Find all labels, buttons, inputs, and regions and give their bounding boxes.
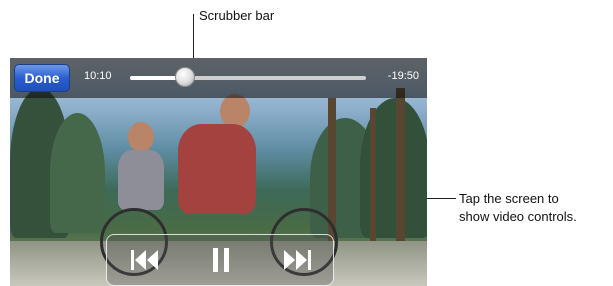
elapsed-time: 10:10 [84,70,112,82]
tap-callout-label: Tap the screen to show video controls. [459,190,577,226]
scrubber-bar-callout-label: Scrubber bar [199,8,275,23]
previous-track-icon [131,250,158,270]
rider-head [128,122,154,152]
done-button[interactable]: Done [14,64,70,92]
rider-body [178,124,256,214]
previous-track-button[interactable] [125,243,165,277]
remaining-time: -19:50 [387,70,419,82]
pause-button[interactable] [201,243,241,277]
pause-icon [213,248,229,272]
next-track-icon [284,250,311,270]
tap-callout-line-1: Tap the screen to [459,191,559,206]
playback-controls [106,234,334,286]
scrubber-thumb[interactable] [175,67,196,87]
background-tree [50,113,105,233]
tree-trunk [370,108,376,248]
tap-callout-line-2: show video controls. [459,209,577,224]
rider-body [118,150,164,210]
rider-head [220,94,250,128]
scrubber-bar[interactable] [130,76,366,80]
video-frame[interactable]: Done 10:10 -19:50 [10,58,427,286]
player-top-bar: Done 10:10 -19:50 [10,58,427,98]
tree-trunk [396,88,405,248]
next-track-button[interactable] [277,243,317,277]
